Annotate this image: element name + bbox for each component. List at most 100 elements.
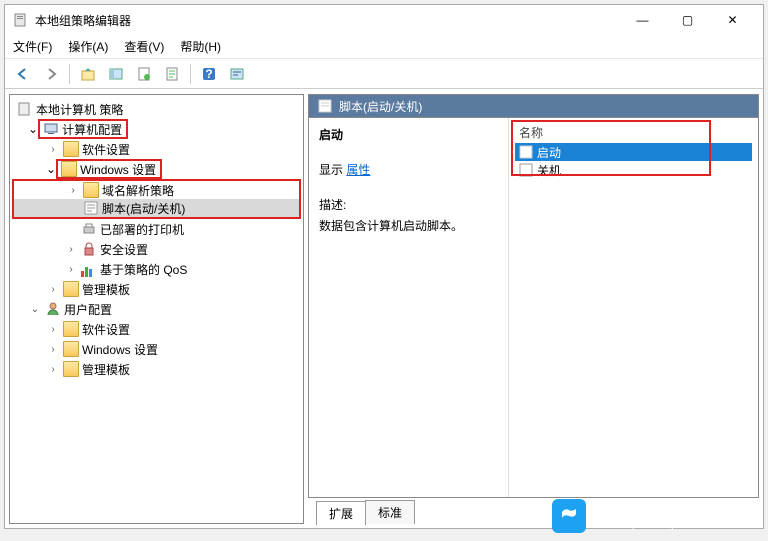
folder-icon (63, 341, 79, 357)
toggle-icon[interactable]: ⌄ (46, 162, 56, 176)
tree-label: 安全设置 (100, 241, 148, 258)
tree-label: 软件设置 (82, 141, 130, 158)
tree-deployed-printers[interactable]: 已部署的打印机 (12, 219, 301, 239)
toggle-icon[interactable]: ⌄ (28, 304, 42, 315)
right-pane: 脚本(启动/关机) 启动 显示 属性 描述: 数据包含计算机启动脚本。 名称 (308, 94, 759, 524)
toggle-icon[interactable]: › (64, 264, 78, 275)
folder-icon (63, 281, 79, 297)
right-body: 启动 显示 属性 描述: 数据包含计算机启动脚本。 名称 启动 (308, 118, 759, 498)
properties-link[interactable]: 属性 (346, 163, 370, 177)
tree-u-admin-templates[interactable]: › 管理模板 (12, 359, 301, 379)
tree-pane[interactable]: 本地计算机 策略 ⌄ 计算机配置 › 软件设置 ⌄ Windows 设置 › 域名解… (9, 94, 304, 524)
titlebar: 本地组策略编辑器 — ▢ ✕ (5, 5, 763, 35)
tree-scripts[interactable]: 脚本(启动/关机) (12, 199, 301, 219)
toggle-icon[interactable]: › (46, 324, 60, 335)
tree-label: 已部署的打印机 (100, 221, 184, 238)
tree-software-settings[interactable]: › 软件设置 (12, 139, 301, 159)
list-column[interactable]: 名称 启动 关机 (509, 118, 758, 497)
tree-label: 脚本(启动/关机) (102, 200, 185, 217)
tree-computer-config[interactable]: 计算机配置 (38, 119, 128, 139)
lock-icon (81, 241, 97, 257)
printer-icon (81, 221, 97, 237)
menu-action[interactable]: 操作(A) (68, 38, 108, 55)
tree-windows-settings[interactable]: Windows 设置 (56, 159, 162, 179)
toolbar: ? (5, 59, 763, 89)
up-button[interactable] (76, 62, 100, 86)
menubar: 文件(F) 操作(A) 查看(V) 帮助(H) (5, 35, 763, 59)
toggle-icon[interactable]: › (46, 284, 60, 295)
tree-label: Windows 设置 (80, 161, 156, 178)
watermark-badge (552, 499, 586, 533)
separator (190, 64, 191, 84)
menu-help[interactable]: 帮助(H) (180, 38, 221, 55)
chart-icon (81, 261, 97, 277)
right-header: 脚本(启动/关机) (308, 94, 759, 118)
toggle-icon[interactable]: ⌄ (28, 122, 38, 136)
main-window: 本地组策略编辑器 — ▢ ✕ 文件(F) 操作(A) 查看(V) 帮助(H) ?… (4, 4, 764, 529)
tree-label: 管理模板 (82, 281, 130, 298)
filter-button[interactable] (225, 62, 249, 86)
folder-icon (63, 141, 79, 157)
description-text: 数据包含计算机启动脚本。 (319, 217, 498, 234)
properties-button[interactable] (160, 62, 184, 86)
export-list-button[interactable] (132, 62, 156, 86)
policy-icon (17, 101, 33, 117)
list-item-startup[interactable]: 启动 (515, 143, 752, 161)
svg-text:?: ? (205, 67, 212, 81)
toggle-icon[interactable]: › (66, 185, 80, 196)
tree-label: 管理模板 (82, 361, 130, 378)
section-title: 启动 (319, 126, 498, 143)
close-button[interactable]: ✕ (710, 6, 755, 34)
tree-policy-qos[interactable]: › 基于策略的 QoS (12, 259, 301, 279)
help-button[interactable]: ? (197, 62, 221, 86)
tree-label: 用户配置 (64, 301, 112, 318)
folder-icon (63, 361, 79, 377)
tree-label: 基于策略的 QoS (100, 261, 187, 278)
item-label: 关机 (537, 162, 561, 179)
separator (69, 64, 70, 84)
detail-panel: 启动 显示 属性 描述: 数据包含计算机启动脚本。 (309, 118, 509, 497)
tree-name-resolution[interactable]: › 域名解析策略 (12, 179, 301, 199)
toggle-icon[interactable]: › (46, 364, 60, 375)
app-icon (13, 12, 29, 28)
menu-view[interactable]: 查看(V) (124, 38, 164, 55)
content-area: 本地计算机 策略 ⌄ 计算机配置 › 软件设置 ⌄ Windows 设置 › 域名解… (5, 89, 763, 528)
toggle-icon[interactable]: › (46, 144, 60, 155)
forward-button[interactable] (39, 62, 63, 86)
list-item-shutdown[interactable]: 关机 (515, 161, 752, 179)
maximize-button[interactable]: ▢ (665, 6, 710, 34)
tree-u-windows-settings[interactable]: › Windows 设置 (12, 339, 301, 359)
tree-label: 计算机配置 (62, 121, 122, 138)
tree-u-software-settings[interactable]: › 软件设置 (12, 319, 301, 339)
tab-extend[interactable]: 扩展 (316, 501, 366, 525)
tree-label: 本地计算机 策略 (36, 101, 123, 118)
tree-label: Windows 设置 (82, 341, 158, 358)
watermark-brand: 白云一键重装系统 (594, 501, 738, 521)
folder-icon (61, 161, 77, 177)
tree-root[interactable]: 本地计算机 策略 (12, 99, 301, 119)
tree-admin-templates[interactable]: › 管理模板 (12, 279, 301, 299)
column-header-name[interactable]: 名称 (515, 122, 752, 143)
show-hide-tree-button[interactable] (104, 62, 128, 86)
tree-security-settings[interactable]: › 安全设置 (12, 239, 301, 259)
toggle-icon[interactable]: › (46, 344, 60, 355)
menu-file[interactable]: 文件(F) (13, 38, 52, 55)
script-icon (519, 145, 533, 159)
toggle-icon[interactable]: › (64, 244, 78, 255)
tree-label: 域名解析策略 (102, 182, 174, 199)
watermark: 白云一键重装系统 www.baiyunxitong.com (552, 499, 738, 533)
tree-user-config[interactable]: ⌄ 用户配置 (12, 299, 301, 319)
folder-icon (83, 182, 99, 198)
description-label: 描述: (319, 196, 498, 213)
window-title: 本地组策略编辑器 (35, 12, 620, 29)
tab-standard[interactable]: 标准 (365, 500, 415, 524)
tree-label: 软件设置 (82, 321, 130, 338)
minimize-button[interactable]: — (620, 6, 665, 34)
computer-icon (43, 121, 59, 137)
right-header-title: 脚本(启动/关机) (339, 98, 422, 115)
folder-icon (63, 321, 79, 337)
script-icon (317, 98, 333, 114)
back-button[interactable] (11, 62, 35, 86)
watermark-url: www.baiyunxitong.com (594, 521, 738, 531)
item-label: 启动 (537, 144, 561, 161)
